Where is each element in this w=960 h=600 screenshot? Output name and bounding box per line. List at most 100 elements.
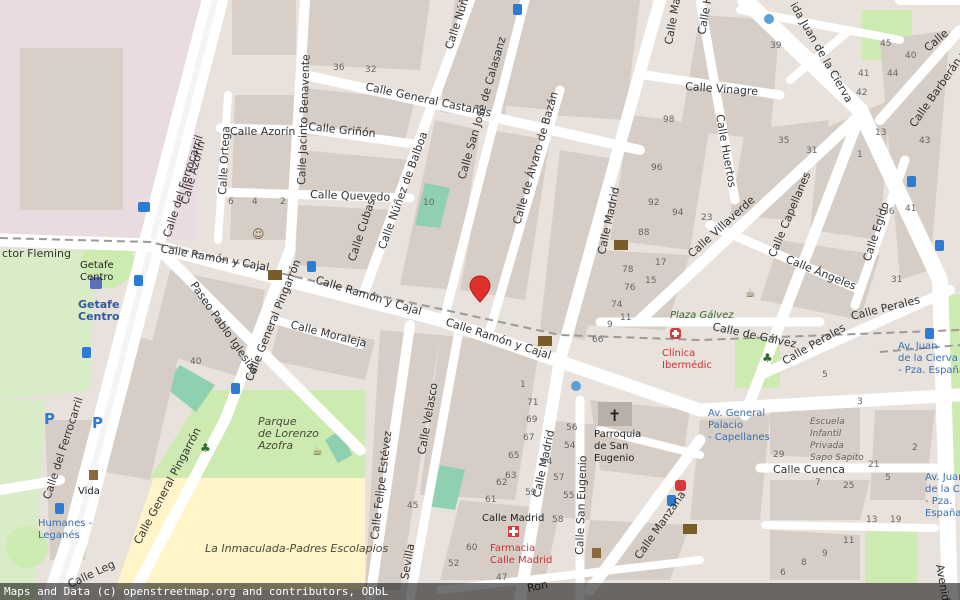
playground-icon[interactable]: ♣ xyxy=(200,441,211,455)
bank-icon[interactable] xyxy=(268,270,282,280)
house-number: 6 xyxy=(780,568,786,578)
bus-stop-icon[interactable] xyxy=(307,261,316,272)
house-number: 78 xyxy=(622,265,634,275)
pharmacy-icon[interactable] xyxy=(508,526,519,537)
bike-rental-icon[interactable] xyxy=(138,202,150,212)
house-number: 98 xyxy=(663,115,675,125)
house-number: 40 xyxy=(190,357,202,367)
house-number: 10 xyxy=(423,198,435,208)
house-number: 2 xyxy=(280,197,286,207)
svg-text:P: P xyxy=(44,410,55,428)
house-number: 55 xyxy=(563,491,574,501)
house-number: 19 xyxy=(890,515,902,525)
parking-icon[interactable]: P xyxy=(92,414,103,432)
street-label: Calle Azorín xyxy=(230,125,295,138)
shop-icon[interactable] xyxy=(592,548,601,558)
house-number: 9 xyxy=(607,320,613,330)
bus-stop-icon[interactable] xyxy=(55,503,64,514)
house-number: 36 xyxy=(333,63,345,73)
house-number: 94 xyxy=(672,208,684,218)
house-number: 5 xyxy=(885,473,891,483)
bus-stop-icon[interactable] xyxy=(82,347,91,358)
church-icon[interactable]: ✝ xyxy=(598,402,632,426)
house-number: 88 xyxy=(638,228,650,238)
school-label: La Inmaculada-Padres Escolapios xyxy=(205,542,388,555)
house-number: 35 xyxy=(778,136,789,146)
house-number: 56 xyxy=(566,423,578,433)
house-number: 21 xyxy=(868,460,879,470)
bus-stop-icon[interactable] xyxy=(907,176,916,187)
house-number: 47 xyxy=(496,573,507,583)
house-number: 7 xyxy=(815,478,821,488)
svg-text:✝: ✝ xyxy=(608,406,621,425)
street-label: ctor Fleming xyxy=(2,247,71,260)
house-number: 71 xyxy=(527,398,538,408)
bank-icon[interactable] xyxy=(683,524,697,534)
building-large xyxy=(20,48,123,210)
house-number: 6 xyxy=(228,197,234,207)
playground-icon[interactable]: ♣ xyxy=(762,351,773,365)
plaza-label: Plaza Gálvez xyxy=(670,309,734,321)
house-number: 45 xyxy=(407,501,418,511)
street-label: Calle Cuenca xyxy=(773,463,845,476)
bus-stop-icon[interactable] xyxy=(513,4,522,15)
house-number: 42 xyxy=(856,88,867,98)
house-number: 11 xyxy=(843,536,854,546)
house-number: 3 xyxy=(857,397,863,407)
house-number: 13 xyxy=(866,515,877,525)
house-number: 45 xyxy=(880,39,891,49)
bus-stop-icon[interactable] xyxy=(231,383,240,394)
house-number: 61 xyxy=(485,495,496,505)
house-number: 96 xyxy=(651,163,663,173)
house-number: 39 xyxy=(770,41,782,51)
bus-stop-icon[interactable] xyxy=(935,240,944,251)
shop-label: Vida xyxy=(78,486,100,497)
clinic-icon[interactable] xyxy=(670,328,681,339)
bus-stop-label: Calle Madrid xyxy=(482,513,544,524)
house-number: 5 xyxy=(822,370,828,380)
house-number: 15 xyxy=(645,276,656,286)
house-number: 4 xyxy=(252,197,258,207)
theatre-icon[interactable]: ☺ xyxy=(252,227,265,241)
house-number: 13 xyxy=(875,128,886,138)
fountain-icon[interactable] xyxy=(571,381,581,391)
house-number: 31 xyxy=(891,275,902,285)
house-number: 62 xyxy=(496,478,507,488)
map-canvas[interactable]: P P ✝ ☺ ♣ ♣ ☕ ☕ Calle Ramón y Cajal Call… xyxy=(0,0,960,600)
house-number: 74 xyxy=(611,300,623,310)
house-number: 9 xyxy=(822,549,828,559)
svg-text:P: P xyxy=(92,414,103,432)
svg-text:☕: ☕ xyxy=(745,286,756,300)
house-number: 43 xyxy=(919,136,930,146)
station-label: Getafe Centro xyxy=(80,260,114,283)
cafe-icon[interactable]: ☕ xyxy=(745,286,756,300)
svg-text:☕: ☕ xyxy=(312,444,323,458)
bus-stop-icon[interactable] xyxy=(925,328,934,339)
svg-text:♣: ♣ xyxy=(762,351,773,365)
svg-text:☺: ☺ xyxy=(252,227,265,241)
house-number: 11 xyxy=(620,313,631,323)
house-number: 40 xyxy=(905,51,917,61)
house-number: 65 xyxy=(508,451,519,461)
building-large xyxy=(232,0,296,55)
house-number: 23 xyxy=(701,213,712,223)
fountain-icon[interactable] xyxy=(764,14,774,24)
bus-stop-icon[interactable] xyxy=(134,275,143,286)
house-number: 17 xyxy=(655,258,666,268)
cafe-icon[interactable]: ☕ xyxy=(312,444,323,458)
house-number: 60 xyxy=(466,543,478,553)
station-label: Getafe Centro xyxy=(78,298,120,323)
house-number: 57 xyxy=(553,473,564,483)
house-number: 32 xyxy=(365,65,376,75)
shop-icon[interactable] xyxy=(89,470,98,480)
plaza-green xyxy=(865,528,917,583)
house-number: 44 xyxy=(887,69,899,79)
house-number: 58 xyxy=(552,515,564,525)
bank-icon[interactable] xyxy=(614,240,628,250)
house-number: 67 xyxy=(523,433,534,443)
house-number: 54 xyxy=(564,441,576,451)
parking-icon[interactable]: P xyxy=(44,410,55,428)
house-number: 52 xyxy=(448,559,459,569)
house-number: 41 xyxy=(858,69,869,79)
map-attribution: Maps and Data (c) openstreetmap.org and … xyxy=(0,583,960,600)
